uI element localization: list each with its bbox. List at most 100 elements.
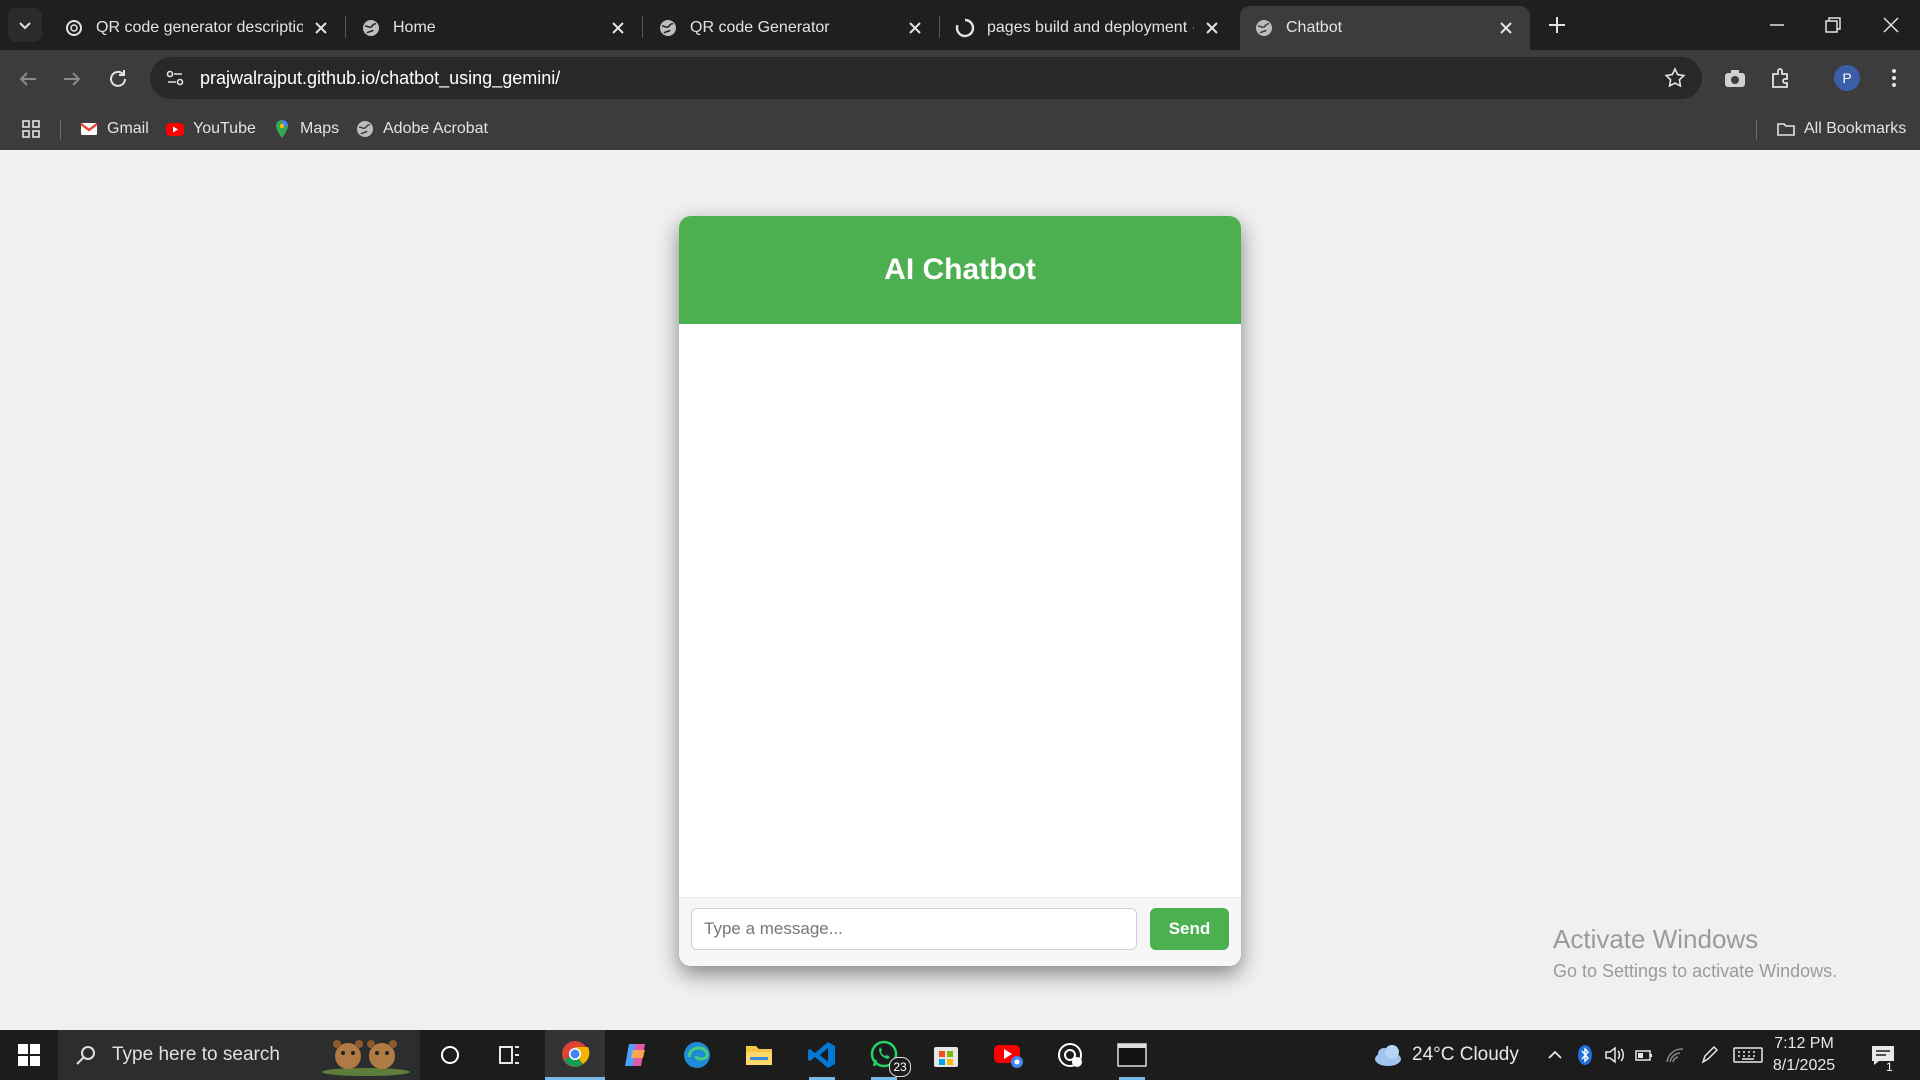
whatsapp-unread-badge: 23 [889,1057,911,1077]
close-icon[interactable] [1202,18,1222,38]
youtube-app-icon [994,1045,1023,1068]
close-icon[interactable] [1496,18,1516,38]
search-placeholder: Type here to search [112,1044,280,1065]
new-tab-plus-icon[interactable] [1544,12,1570,38]
start-button[interactable] [0,1030,58,1080]
bookmark-label: Gmail [107,120,149,137]
bookmark-maps[interactable]: Maps [272,118,339,140]
taskbar-copilot[interactable] [607,1030,665,1080]
volume-icon[interactable] [1603,1044,1625,1066]
globe-icon [363,20,379,36]
task-view-button[interactable] [481,1030,539,1080]
copilot-icon [625,1044,645,1066]
address-bar[interactable]: prajwalrajput.github.io/chatbot_using_ge… [150,57,1702,99]
tab-title: pages build and deployment · p [987,19,1194,36]
bookmark-youtube[interactable]: YouTube [165,118,256,140]
all-bookmarks-button[interactable]: All Bookmarks [1776,118,1906,140]
taskbar-chatgpt[interactable] [1041,1030,1099,1080]
close-icon[interactable] [608,18,628,38]
apps-grid-icon[interactable] [21,119,41,139]
notification-count: 1 [1886,1060,1893,1074]
globe-icon [1256,20,1272,36]
chevron-down-icon [19,22,31,30]
taskbar-vscode[interactable] [793,1030,851,1080]
windows-logo-icon [18,1044,40,1066]
activate-windows-watermark: Activate Windows Go to Settings to activ… [1553,924,1837,982]
battery-icon[interactable] [1633,1044,1655,1066]
camera-icon[interactable] [1721,64,1749,92]
browser-toolbar: prajwalrajput.github.io/chatbot_using_ge… [0,50,1920,108]
pen-workspace-icon[interactable] [1699,1044,1721,1066]
url-text[interactable]: prajwalrajput.github.io/chatbot_using_ge… [200,68,560,89]
cortana-circle-icon [441,1046,459,1064]
tab-divider [345,16,346,38]
store-icon [934,1047,958,1067]
clock-time: 7:12 PM [1774,1035,1834,1052]
tab-qr-generator[interactable]: QR code Generator [644,6,939,50]
forward-arrow-icon[interactable] [58,65,86,93]
more-menu-icon[interactable] [1880,64,1908,92]
tab-pages-build[interactable]: pages build and deployment · p [941,6,1236,50]
vscode-icon [808,1042,835,1068]
taskbar-chrome[interactable] [545,1030,605,1080]
reload-icon[interactable] [104,65,132,93]
minimize-icon[interactable] [1764,12,1790,38]
chat-header: AI Chatbot [679,216,1241,324]
terminal-icon [1117,1043,1147,1067]
taskbar-microsoft-store[interactable] [917,1030,975,1080]
taskbar-edge[interactable] [668,1030,726,1080]
globe-icon [660,20,676,36]
system-clock[interactable]: 7:12 PM 8/1/2025 [1766,1033,1842,1077]
page-content: AI Chatbot Send Activate Windows Go to S… [0,150,1920,1030]
tab-divider [642,16,643,38]
openai-icon [66,20,82,36]
taskbar-youtube-app[interactable] [979,1030,1037,1080]
tab-chatbot[interactable]: Chatbot [1240,6,1530,50]
message-input[interactable] [691,908,1137,950]
back-arrow-icon[interactable] [14,65,42,93]
tab-title: Home [393,19,436,36]
bookmarks-divider [60,120,61,140]
close-window-icon[interactable] [1878,12,1904,38]
weather-text[interactable]: 24°C Cloudy [1412,1044,1519,1066]
tab-divider [939,16,940,38]
tab-search-button[interactable] [8,8,42,42]
watermark-subtitle: Go to Settings to activate Windows. [1553,961,1838,981]
globe-icon [357,121,373,137]
cloudy-weather-icon[interactable] [1372,1042,1404,1068]
restore-icon[interactable] [1820,12,1846,38]
network-icon[interactable] [1664,1044,1686,1066]
taskbar-terminal[interactable] [1103,1030,1161,1080]
bookmark-label: YouTube [193,120,256,137]
taskbar-file-explorer[interactable] [730,1030,788,1080]
close-icon[interactable] [905,18,925,38]
send-button[interactable]: Send [1150,908,1229,950]
youtube-icon [166,123,184,136]
tab-home[interactable]: Home [347,6,642,50]
bookmark-star-icon[interactable] [1664,67,1686,89]
bookmark-adobe-acrobat[interactable]: Adobe Acrobat [355,118,488,140]
all-bookmarks-label: All Bookmarks [1804,120,1907,137]
watermark-title: Activate Windows [1553,924,1759,954]
loading-spinner-icon [955,18,975,38]
chat-messages-area[interactable] [679,324,1241,898]
folder-icon [1777,123,1795,136]
tab-title: QR code generator description [96,19,303,36]
profile-avatar[interactable]: P [1834,65,1860,91]
bookmarks-divider [1756,120,1757,140]
bookmark-label: Maps [300,120,340,137]
chat-container: AI Chatbot Send [679,216,1241,966]
extensions-puzzle-icon[interactable] [1767,64,1795,92]
bookmark-label: Adobe Acrobat [383,120,488,137]
search-highlight-illustration [322,1040,410,1076]
taskbar-search-box[interactable]: Type here to search [58,1030,420,1080]
tab-qr-description[interactable]: QR code generator description [50,6,345,50]
chevron-up-icon[interactable] [1544,1044,1566,1066]
close-icon[interactable] [311,18,331,38]
site-settings-icon[interactable] [164,67,186,89]
bluetooth-icon[interactable] [1574,1044,1596,1066]
cortana-button[interactable] [421,1030,479,1080]
bookmarks-bar: Gmail YouTube Maps Adobe Acrobat All Boo… [0,108,1920,150]
keyboard-icon[interactable] [1733,1044,1763,1066]
bookmark-gmail[interactable]: Gmail [79,118,149,140]
